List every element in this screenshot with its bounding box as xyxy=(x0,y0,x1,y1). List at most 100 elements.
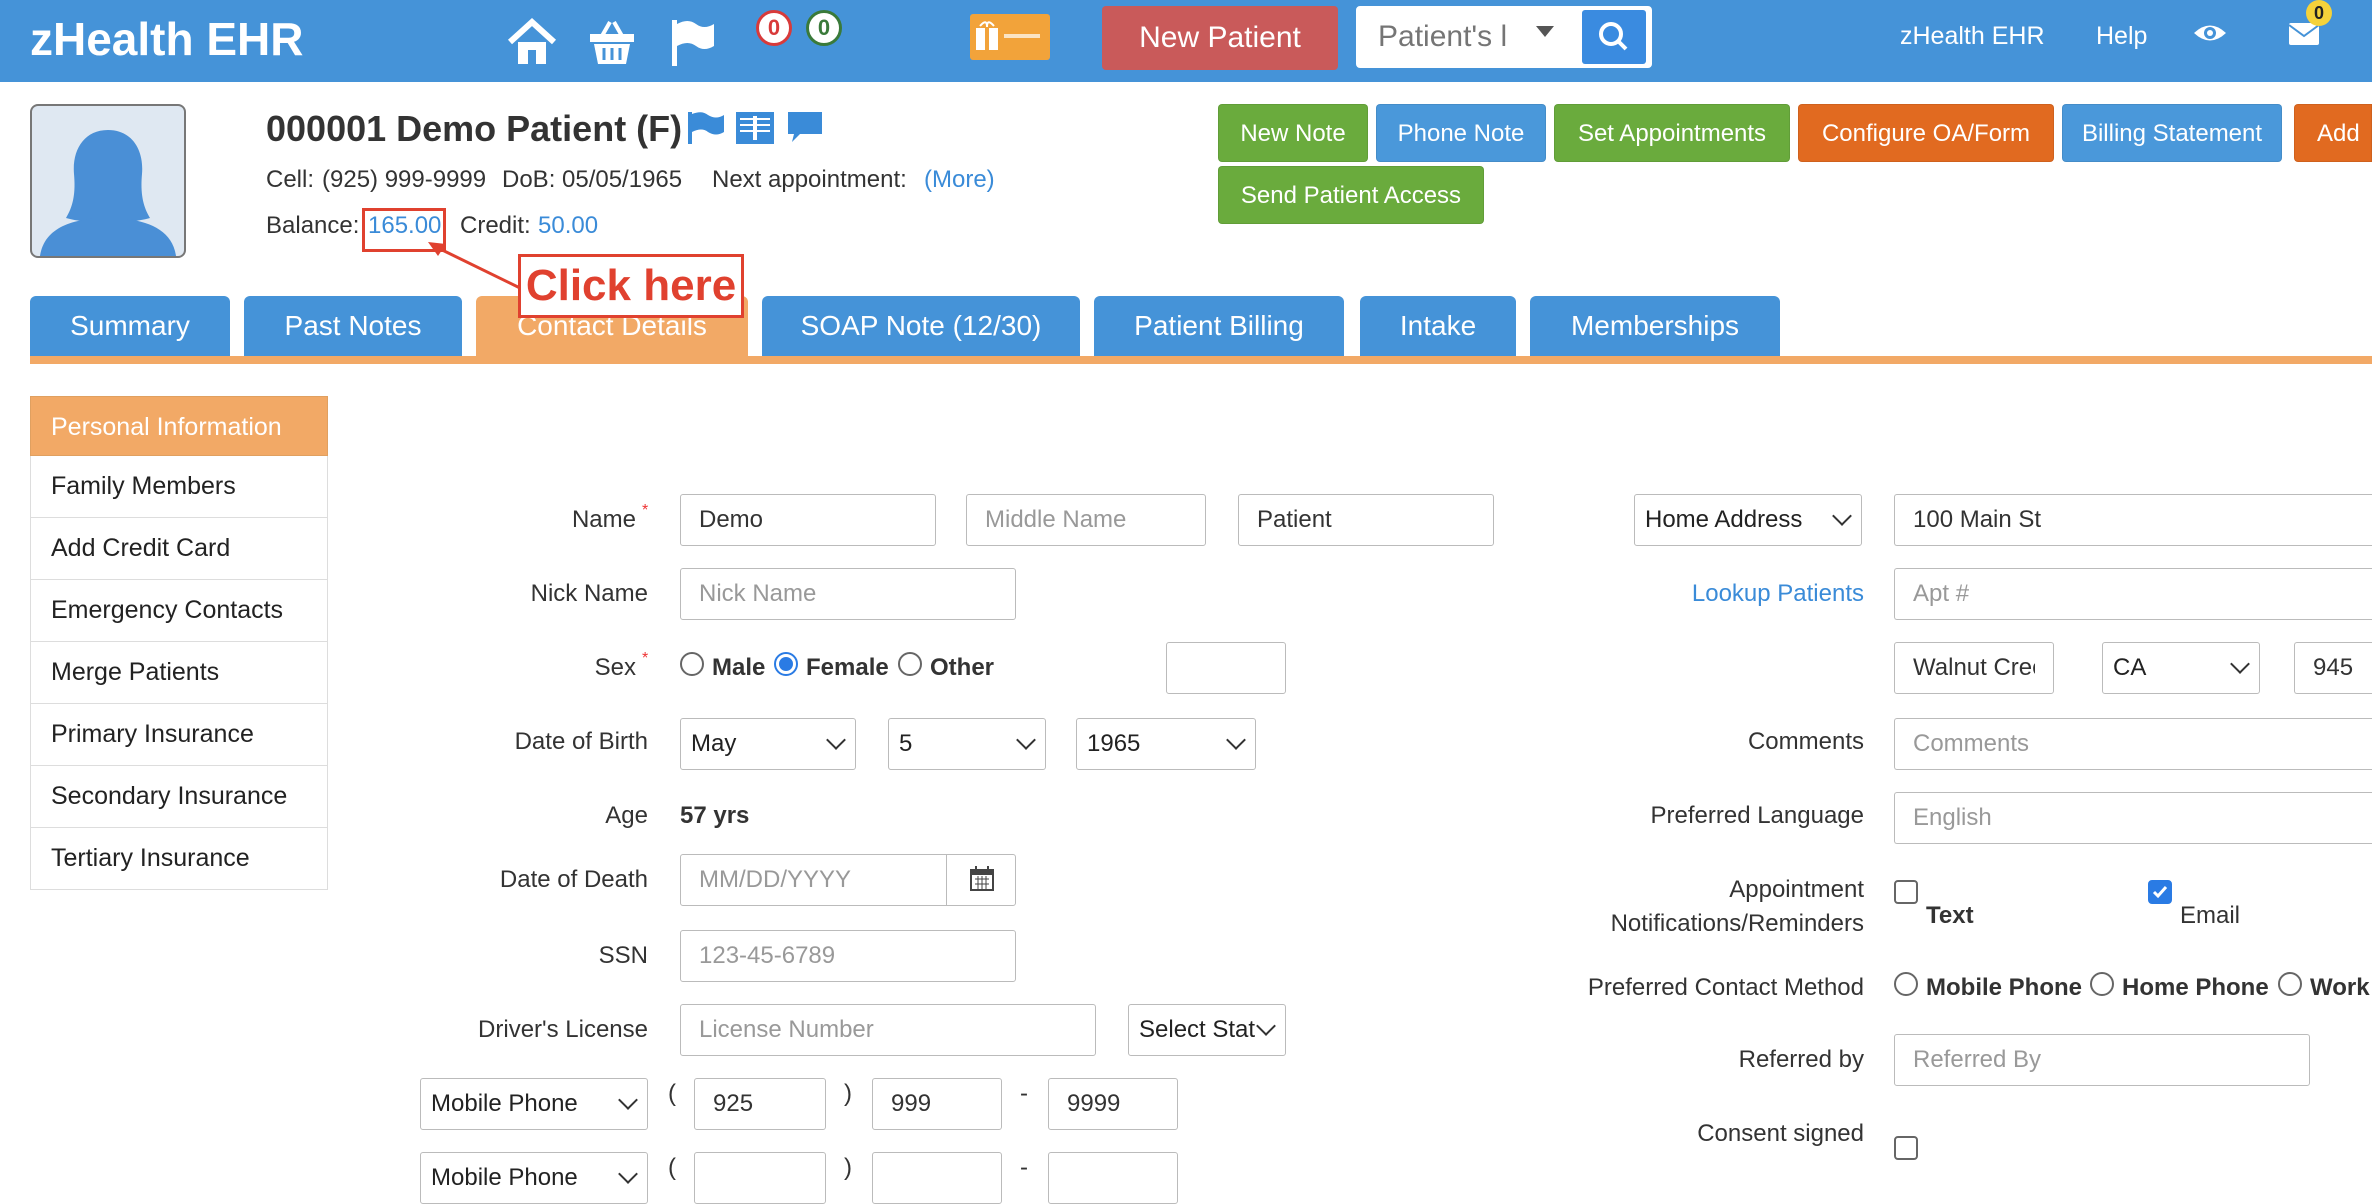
mail-count-badge: 0 xyxy=(2306,0,2332,26)
patient-avatar[interactable] xyxy=(30,104,186,258)
eye-icon[interactable] xyxy=(2192,18,2228,53)
alerts-count-badge[interactable]: 0 xyxy=(756,10,792,46)
invoice-icon[interactable] xyxy=(734,110,776,151)
dob-year-select[interactable]: 1965 xyxy=(1076,718,1256,770)
patient-flag-icon[interactable] xyxy=(686,110,726,151)
sex-other-label: Other xyxy=(930,654,995,681)
flag-icon[interactable] xyxy=(664,14,720,70)
search-button[interactable] xyxy=(1582,10,1646,64)
next-appointment-label: Next appointment: xyxy=(712,166,907,193)
date-of-death-input[interactable] xyxy=(680,854,948,906)
lookup-patients-link[interactable]: Lookup Patients xyxy=(1688,580,1864,608)
phone2-line-input[interactable] xyxy=(1048,1152,1178,1204)
preferred-language-input[interactable] xyxy=(1894,792,2372,844)
zip-input[interactable] xyxy=(2294,642,2372,694)
app-brand[interactable]: zHealth EHR xyxy=(30,12,303,66)
middle-name-input[interactable] xyxy=(966,494,1206,546)
phone1-line-input[interactable] xyxy=(1048,1078,1178,1130)
pcm-mobile-radio[interactable] xyxy=(1894,972,1918,996)
sidebar-item-add-credit-card[interactable]: Add Credit Card xyxy=(30,518,328,580)
calendar-button[interactable] xyxy=(946,854,1016,906)
phone1-prefix-input[interactable] xyxy=(872,1078,1002,1130)
sex-male-radio[interactable] xyxy=(680,652,704,676)
brand-link[interactable]: zHealth EHR xyxy=(1900,22,2045,51)
phone2-prefix-input[interactable] xyxy=(872,1152,1002,1204)
configure-oa-form-button[interactable]: Configure OA/Form xyxy=(1798,104,2054,162)
new-patient-button[interactable]: New Patient xyxy=(1102,6,1338,70)
set-appointments-button[interactable]: Set Appointments xyxy=(1554,104,1790,162)
tab-intake[interactable]: Intake xyxy=(1360,296,1516,356)
nick-name-input[interactable] xyxy=(680,568,1016,620)
phone2-type-select[interactable]: Mobile Phone xyxy=(420,1152,648,1204)
basket-icon[interactable] xyxy=(584,14,640,70)
tab-past-notes[interactable]: Past Notes xyxy=(244,296,462,356)
notif-email-label: Email xyxy=(2180,902,2241,929)
sex-label: Sex xyxy=(594,654,636,681)
nick-name-label: Nick Name xyxy=(530,580,648,607)
pcm-home-radio[interactable] xyxy=(2090,972,2114,996)
help-link[interactable]: Help xyxy=(2096,22,2147,51)
phone1-type-select[interactable]: Mobile Phone xyxy=(420,1078,648,1130)
sex-other-input[interactable] xyxy=(1166,642,1286,694)
dob-label: Date of Birth xyxy=(514,728,648,755)
phone2-area-input[interactable] xyxy=(694,1152,826,1204)
phone2-close-paren: ) xyxy=(844,1154,852,1181)
new-note-button[interactable]: New Note xyxy=(1218,104,1368,162)
sidebar-item-primary-insurance[interactable]: Primary Insurance xyxy=(30,704,328,766)
sidebar-item-merge-patients[interactable]: Merge Patients xyxy=(30,642,328,704)
comments-input[interactable] xyxy=(1894,718,2372,770)
sidebar-item-family-members[interactable]: Family Members xyxy=(30,456,328,518)
patient-cell: (925) 999-9999 xyxy=(322,166,487,193)
sex-female-radio[interactable] xyxy=(774,652,798,676)
add-button[interactable]: Add f xyxy=(2294,104,2372,162)
more-appointments-link[interactable]: (More) xyxy=(924,166,995,194)
tab-underline xyxy=(30,356,2372,364)
drivers-license-label: Driver's License xyxy=(478,1016,648,1043)
notif-email-checkbox[interactable] xyxy=(2148,880,2172,904)
address-type-select[interactable]: Home Address xyxy=(1634,494,1862,546)
consent-signed-label: Consent signed xyxy=(1697,1120,1864,1147)
apt-input[interactable] xyxy=(1894,568,2372,620)
notif-text-checkbox[interactable] xyxy=(1894,880,1918,904)
pcm-work-radio[interactable] xyxy=(2278,972,2302,996)
patient-dob-label: DoB: xyxy=(502,166,556,193)
consent-signed-checkbox[interactable] xyxy=(1894,1136,1918,1160)
dob-day-select[interactable]: 5 xyxy=(888,718,1046,770)
home-icon[interactable] xyxy=(504,14,560,70)
send-patient-access-button[interactable]: Send Patient Access xyxy=(1218,166,1484,224)
billing-statement-button[interactable]: Billing Statement xyxy=(2062,104,2282,162)
notif-text-label: Text xyxy=(1926,902,1974,929)
gift-card-icon[interactable] xyxy=(970,14,1050,60)
credit-link[interactable]: 50.00 xyxy=(538,212,598,240)
sidebar-item-personal-information[interactable]: Personal Information xyxy=(30,396,328,456)
tasks-count-badge[interactable]: 0 xyxy=(806,10,842,46)
patient-dob: 05/05/1965 xyxy=(562,166,683,193)
dob-month-select[interactable]: May xyxy=(680,718,856,770)
tab-memberships[interactable]: Memberships xyxy=(1530,296,1780,356)
drivers-license-state-select[interactable]: Select Stat xyxy=(1128,1004,1286,1056)
age-value: 57 yrs xyxy=(680,802,750,829)
ssn-input[interactable] xyxy=(680,930,1016,982)
date-of-death-label: Date of Death xyxy=(499,866,648,893)
patient-search-input[interactable] xyxy=(1356,6,1516,68)
tab-patient-billing[interactable]: Patient Billing xyxy=(1094,296,1344,356)
sidebar-item-tertiary-insurance[interactable]: Tertiary Insurance xyxy=(30,828,328,890)
chat-icon[interactable] xyxy=(786,110,824,151)
sidebar-item-emergency-contacts[interactable]: Emergency Contacts xyxy=(30,580,328,642)
last-name-input[interactable] xyxy=(1238,494,1494,546)
phone1-area-input[interactable] xyxy=(694,1078,826,1130)
street-input[interactable] xyxy=(1894,494,2372,546)
annotation-label: Click here xyxy=(518,254,744,318)
sex-required-marker: * xyxy=(642,650,649,667)
city-input[interactable] xyxy=(1894,642,2054,694)
sidebar-item-secondary-insurance[interactable]: Secondary Insurance xyxy=(30,766,328,828)
phone-note-button[interactable]: Phone Note xyxy=(1376,104,1546,162)
state-select[interactable]: CA xyxy=(2102,642,2260,694)
drivers-license-input[interactable] xyxy=(680,1004,1096,1056)
tab-soap-note[interactable]: SOAP Note (12/30) xyxy=(762,296,1080,356)
tab-summary[interactable]: Summary xyxy=(30,296,230,356)
sex-other-radio[interactable] xyxy=(898,652,922,676)
referred-by-input[interactable] xyxy=(1894,1034,2310,1086)
first-name-input[interactable] xyxy=(680,494,936,546)
search-dropdown-caret-icon[interactable] xyxy=(1536,26,1554,37)
